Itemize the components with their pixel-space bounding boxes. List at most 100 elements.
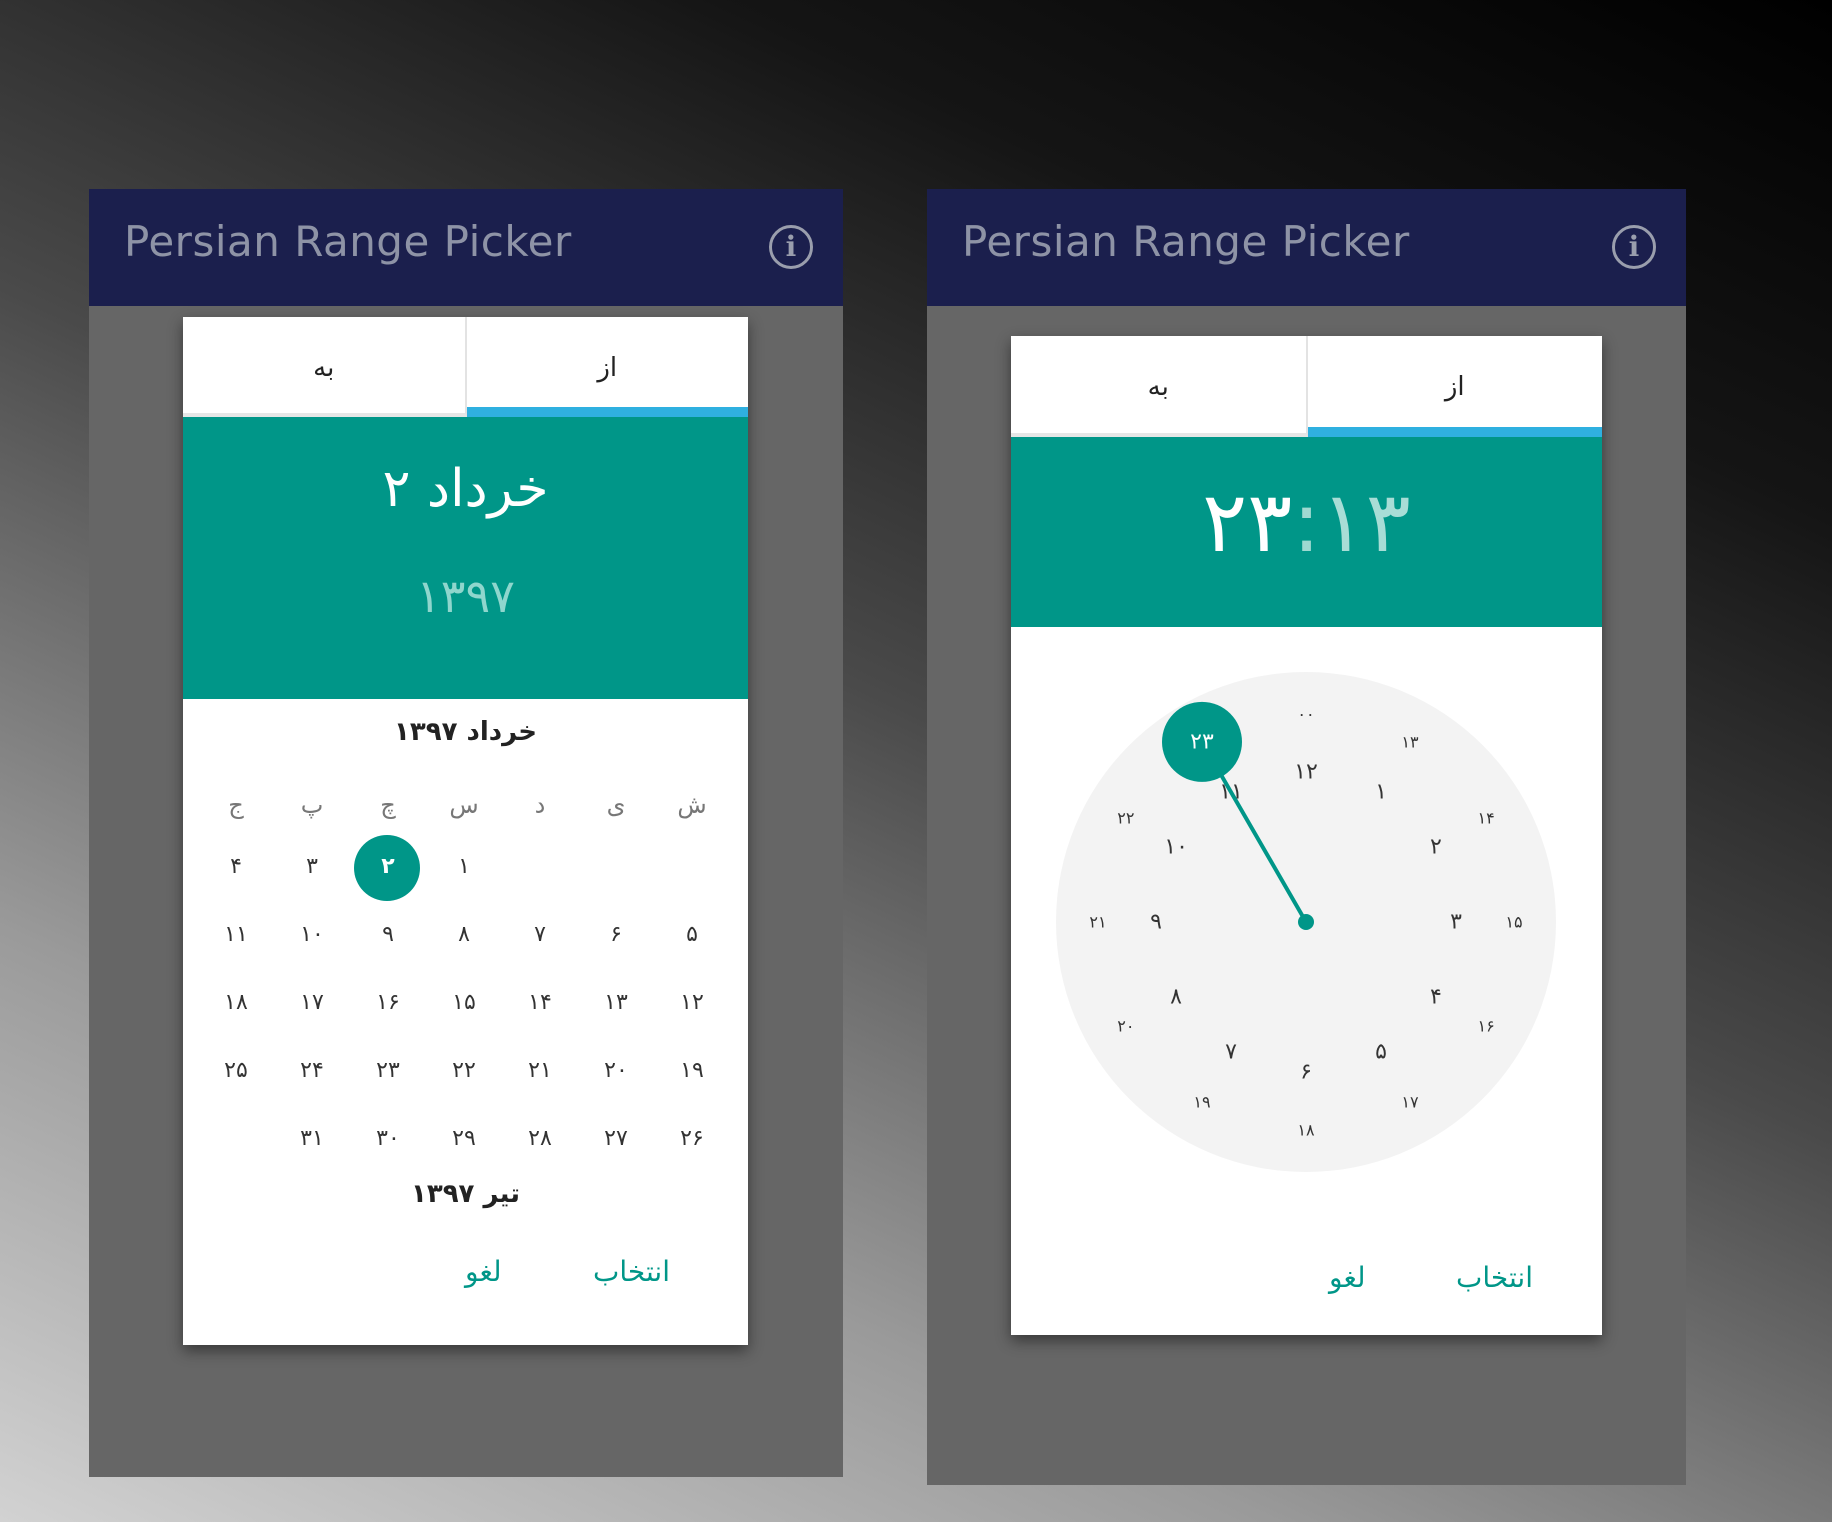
hour-label[interactable]: ۱۱ [1219, 780, 1243, 805]
day-number: ۱۶ [376, 990, 400, 1015]
hour-label[interactable]: ۲ [1430, 835, 1442, 860]
day-cell[interactable]: ۱۵ [426, 969, 502, 1037]
info-icon[interactable]: i [769, 225, 813, 269]
cancel-button[interactable]: لغو [1329, 1261, 1366, 1294]
hour-label[interactable]: ۳ [1450, 910, 1462, 935]
empty-cell [502, 833, 578, 901]
day-number: ۱۲ [680, 990, 704, 1015]
hour-label-24[interactable]: ۰۰ [1297, 705, 1314, 724]
day-number: ۷ [534, 922, 546, 947]
range-tabs: به از [183, 317, 748, 417]
selected-year[interactable]: ۱۳۹۷ [183, 569, 748, 623]
day-cell[interactable]: ۲۶ [654, 1105, 730, 1173]
day-number: ۲۴ [300, 1058, 324, 1083]
day-cell[interactable]: ۹ [350, 901, 426, 969]
hour-label[interactable]: ۱۰ [1164, 835, 1188, 860]
day-cell[interactable]: ۱۸ [198, 969, 274, 1037]
hour-label-24[interactable]: ۱۷ [1401, 1093, 1418, 1112]
time-dialog: به از ۲۳:۱۳ ۱۲ ۱ ۲ ۳ ۴ ۵ ۶ ۷ ۸ ۹ ۱۰ ۱۱ ۰۰ ۱۳ ۱۴ ۱۵ ۱۶ ۱۷ ۱… [1011, 336, 1602, 1335]
weekday-label: ش [677, 791, 707, 819]
week-row: ۱۸ ۱۷ ۱۶ ۱۵ ۱۴ ۱۳ ۱۲ [198, 969, 730, 1037]
empty-cell [198, 1105, 274, 1173]
day-cell[interactable]: ۱۹ [654, 1037, 730, 1105]
day-cell[interactable]: ۲۵ [198, 1037, 274, 1105]
day-cell[interactable]: ۴ [198, 833, 274, 901]
tab-from[interactable]: از [466, 317, 748, 417]
day-number: ۲۹ [452, 1126, 476, 1151]
hour-label-24[interactable]: ۱۳ [1401, 732, 1418, 751]
day-cell[interactable]: ۱ [426, 833, 502, 901]
day-number: ۶ [610, 922, 622, 947]
hour-label-24[interactable]: ۱۹ [1193, 1093, 1210, 1112]
app-title: Persian Range Picker [962, 217, 1410, 266]
day-cell[interactable]: ۲۹ [426, 1105, 502, 1173]
day-number: ۱۰ [300, 922, 324, 947]
day-cell-selected[interactable]: ۲ [350, 833, 426, 901]
hour-label-24[interactable]: ۲۲ [1117, 809, 1134, 828]
day-number: ۱ [458, 854, 470, 879]
hour-label[interactable]: ۵ [1375, 1039, 1387, 1064]
select-button[interactable]: انتخاب [593, 1255, 670, 1288]
day-cell[interactable]: ۲۸ [502, 1105, 578, 1173]
tab-to[interactable]: به [1011, 336, 1308, 437]
minute-display[interactable]: ۱۳ [1321, 473, 1411, 571]
hour-label[interactable]: ۷ [1225, 1039, 1237, 1064]
hour-label-24[interactable]: ۱۶ [1478, 1017, 1495, 1036]
day-cell[interactable]: ۲۳ [350, 1037, 426, 1105]
day-number: ۱۵ [452, 990, 476, 1015]
hour-label[interactable]: ۱۲ [1294, 760, 1318, 785]
day-cell[interactable]: ۳ [274, 833, 350, 901]
day-cell[interactable]: ۱۷ [274, 969, 350, 1037]
day-number: ۲۱ [528, 1058, 552, 1083]
weekday-label: چ [380, 791, 396, 819]
tab-from[interactable]: از [1307, 336, 1602, 437]
day-cell[interactable]: ۲۷ [578, 1105, 654, 1173]
day-cell[interactable]: ۲۲ [426, 1037, 502, 1105]
hour-label[interactable]: ۸ [1170, 985, 1182, 1010]
day-cell[interactable]: ۱۲ [654, 969, 730, 1037]
clock-center-dot [1298, 914, 1314, 930]
day-number: ۳۱ [300, 1126, 324, 1151]
day-number: ۱۴ [528, 990, 552, 1015]
day-cell[interactable]: ۲۰ [578, 1037, 654, 1105]
day-cell[interactable]: ۳۰ [350, 1105, 426, 1173]
day-number: ۹ [382, 922, 394, 947]
week-row: ۱۱ ۱۰ ۹ ۸ ۷ ۶ ۵ [198, 901, 730, 969]
day-cell[interactable]: ۱۶ [350, 969, 426, 1037]
day-cell[interactable]: ۸ [426, 901, 502, 969]
hour-label-24[interactable]: ۱۸ [1297, 1121, 1314, 1140]
clock-hand-layer [1162, 701, 1314, 930]
hour-label-24[interactable]: ۲۰ [1117, 1017, 1134, 1036]
hour-label[interactable]: ۹ [1150, 910, 1162, 935]
week-row: ۳۱ ۳۰ ۲۹ ۲۸ ۲۷ ۲۶ [198, 1105, 730, 1173]
day-cell[interactable]: ۶ [578, 901, 654, 969]
select-button[interactable]: انتخاب [1456, 1261, 1533, 1294]
hour-label-24[interactable]: ۱۴ [1478, 809, 1495, 828]
selected-date[interactable]: ۲ خرداد [183, 459, 748, 519]
dialog-actions: لغو انتخاب [183, 1255, 748, 1315]
day-cell[interactable]: ۱۰ [274, 901, 350, 969]
cancel-button[interactable]: لغو [465, 1255, 502, 1288]
app-bar: Persian Range Picker i [927, 189, 1686, 306]
info-icon[interactable]: i [1612, 225, 1656, 269]
day-cell[interactable]: ۱۴ [502, 969, 578, 1037]
day-cell[interactable]: ۲۴ [274, 1037, 350, 1105]
hour-label[interactable]: ۶ [1300, 1060, 1312, 1085]
tab-to[interactable]: به [183, 317, 467, 417]
hour-label-24[interactable]: ۲۱ [1089, 913, 1106, 932]
hour-label[interactable]: ۴ [1430, 985, 1442, 1010]
day-cell[interactable]: ۲۱ [502, 1037, 578, 1105]
day-number: ۲۷ [604, 1126, 628, 1151]
day-cell[interactable]: ۱۳ [578, 969, 654, 1037]
day-cell[interactable]: ۱۱ [198, 901, 274, 969]
hour-label-24[interactable]: ۱۵ [1505, 913, 1522, 932]
clock-face[interactable]: ۱۲۱۲۳۴۵۶۷۸۹۱۰۱۱۰۰۱۳۱۴۱۵۱۶۱۷۱۸۱۹۲۰۲۱۲۲۲۳۲… [1056, 672, 1556, 1172]
selected-hour-label: ۲۳ [1190, 729, 1214, 755]
day-cell[interactable]: ۷ [502, 901, 578, 969]
hour-display[interactable]: ۲۳ [1202, 473, 1292, 571]
hour-label[interactable]: ۱ [1375, 780, 1387, 805]
time-separator: : [1292, 473, 1321, 571]
day-cell[interactable]: ۳۱ [274, 1105, 350, 1173]
day-number: ۱۱ [224, 922, 248, 947]
day-cell[interactable]: ۵ [654, 901, 730, 969]
